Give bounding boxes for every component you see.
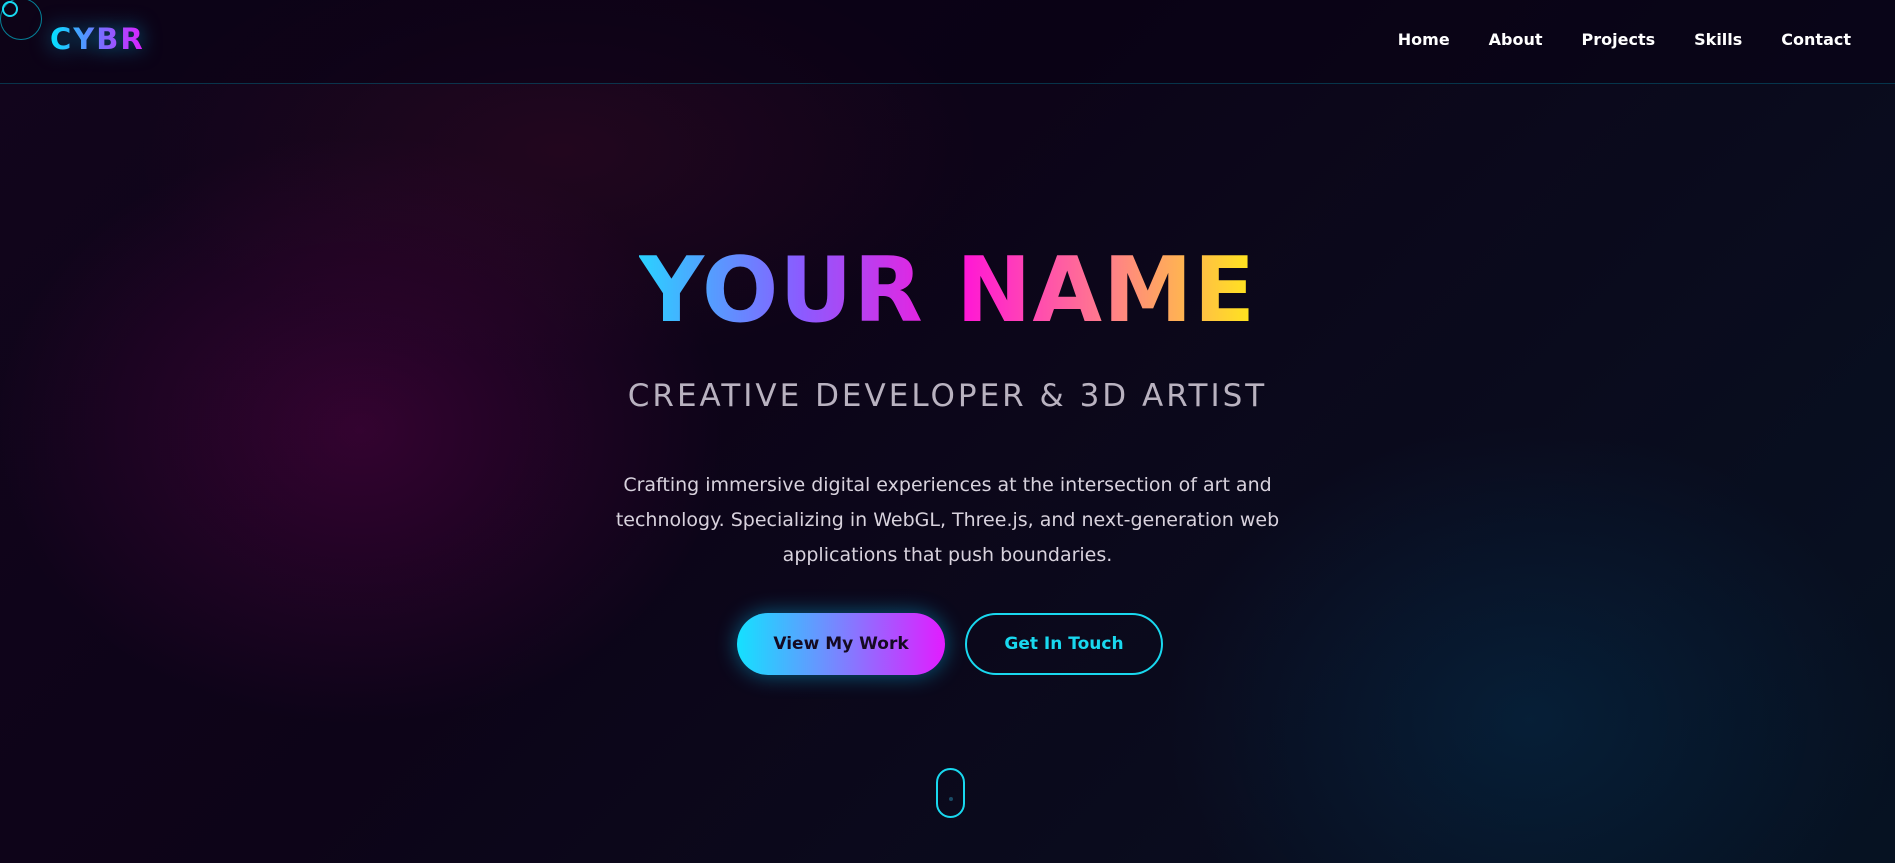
nav-item-home[interactable]: Home bbox=[1398, 30, 1450, 49]
nav-links: Home About Projects Skills Contact bbox=[1359, 30, 1851, 49]
hero-subtitle: CREATIVE DEVELOPER & 3D ARTIST bbox=[627, 378, 1268, 414]
page: CYBR Home About Projects Skills Contact … bbox=[0, 0, 1895, 863]
hero-description-line: technology. Specializing in WebGL, Three… bbox=[615, 509, 1280, 531]
cursor-ring-icon bbox=[0, 0, 42, 40]
hero-description-line: Crafting immersive digital experiences a… bbox=[623, 474, 1272, 496]
logo[interactable]: CYBR bbox=[50, 22, 145, 56]
nav-item-projects[interactable]: Projects bbox=[1582, 30, 1656, 49]
hero-title-wrap: YOUR NAME bbox=[620, 232, 1275, 350]
get-in-touch-button[interactable]: Get In Touch bbox=[965, 613, 1163, 675]
hero-description: Crafting immersive digital experiences a… bbox=[615, 468, 1280, 573]
hero-title: YOUR NAME bbox=[639, 232, 1256, 350]
hero-description-line: applications that push boundaries. bbox=[782, 544, 1113, 566]
scroll-mouse-icon[interactable] bbox=[936, 768, 965, 818]
view-my-work-button[interactable]: View My Work bbox=[737, 613, 945, 675]
nav-item-about[interactable]: About bbox=[1489, 30, 1543, 49]
nav-item-skills[interactable]: Skills bbox=[1694, 30, 1742, 49]
nav-item-contact[interactable]: Contact bbox=[1781, 30, 1851, 49]
navbar: CYBR Home About Projects Skills Contact bbox=[0, 0, 1895, 84]
scroll-wheel-dot bbox=[949, 797, 953, 801]
